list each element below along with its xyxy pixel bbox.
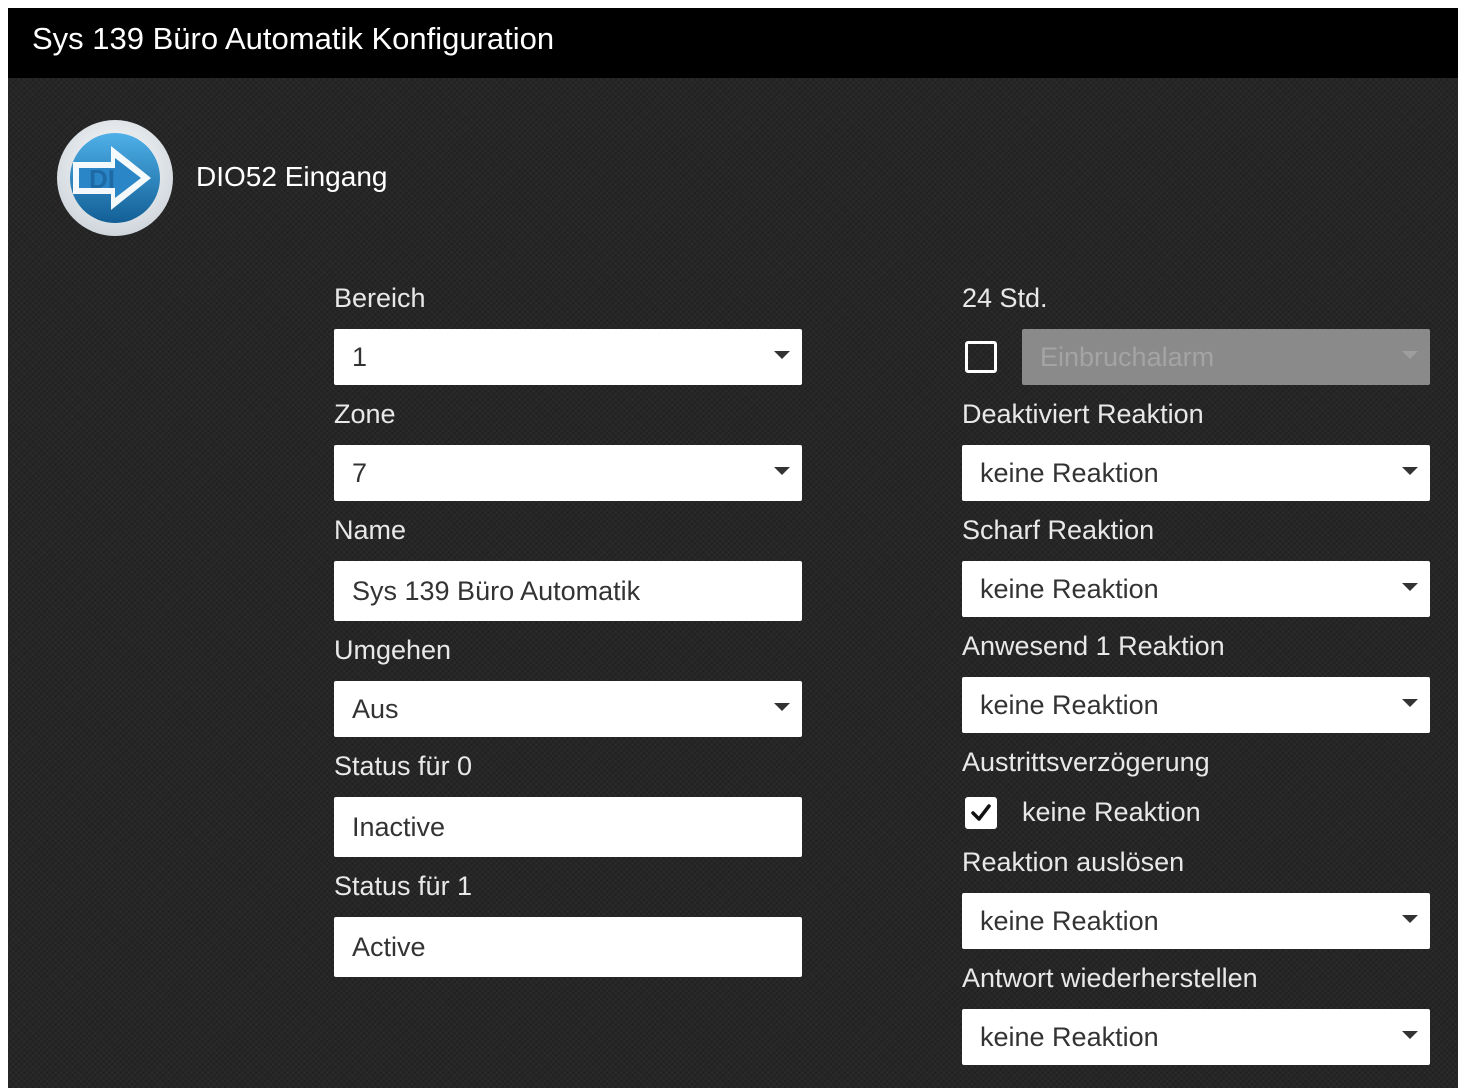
status0-value: Inactive (352, 812, 446, 842)
wiederherstellen-select[interactable]: keine Reaktion (962, 1009, 1430, 1065)
bereich-label: Bereich (334, 283, 426, 313)
h24-alarm-select[interactable]: Einbruchalarm (1022, 329, 1430, 385)
chevron-down-icon (1402, 583, 1418, 591)
anwesend1-label: Anwesend 1 Reaktion (962, 631, 1225, 661)
chevron-down-icon (1402, 351, 1418, 359)
name-input[interactable]: Sys 139 Büro Automatik (334, 561, 802, 621)
h24-checkbox[interactable] (965, 341, 997, 373)
anwesend1-value: keine Reaktion (980, 690, 1159, 720)
scharf-label: Scharf Reaktion (962, 515, 1155, 545)
title-bar: Sys 139 Büro Automatik Konfiguration (8, 8, 1458, 78)
chevron-down-icon (1402, 699, 1418, 707)
bereich-value: 1 (352, 342, 368, 372)
status1-input[interactable]: Active (334, 917, 802, 977)
scharf-value: keine Reaktion (980, 574, 1159, 604)
chevron-down-icon (774, 351, 790, 359)
status0-input[interactable]: Inactive (334, 797, 802, 857)
digital-input-icon: DI (55, 118, 175, 238)
deaktiviert-value: keine Reaktion (980, 458, 1159, 488)
name-value: Sys 139 Büro Automatik (352, 576, 641, 606)
chevron-down-icon (1402, 915, 1418, 923)
ausloesen-select[interactable]: keine Reaktion (962, 893, 1430, 949)
deaktiviert-select[interactable]: keine Reaktion (962, 445, 1430, 501)
device-title: DIO52 Eingang (196, 161, 388, 192)
austritt-label: Austrittsverzögerung (962, 747, 1210, 777)
status1-value: Active (352, 932, 426, 962)
zone-select[interactable]: 7 (334, 445, 802, 501)
h24-alarm-value: Einbruchalarm (1040, 342, 1215, 372)
ausloesen-value: keine Reaktion (980, 906, 1159, 936)
anwesend1-select[interactable]: keine Reaktion (962, 677, 1430, 733)
umgehen-select[interactable]: Aus (334, 681, 802, 737)
scharf-select[interactable]: keine Reaktion (962, 561, 1430, 617)
zone-label: Zone (334, 399, 396, 429)
austritt-text: keine Reaktion (1022, 797, 1201, 827)
status1-label: Status für 1 (334, 871, 473, 901)
checkmark-icon (971, 804, 991, 821)
name-label: Name (334, 515, 407, 545)
umgehen-value: Aus (352, 694, 399, 724)
austritt-checkbox[interactable] (965, 797, 997, 829)
bereich-select[interactable]: 1 (334, 329, 802, 385)
deaktiviert-label: Deaktiviert Reaktion (962, 399, 1204, 429)
umgehen-label: Umgehen (334, 635, 452, 665)
status0-label: Status für 0 (334, 751, 473, 781)
config-window: Sys 139 Büro Automatik Konfiguration DI … (8, 8, 1458, 1088)
h24-label: 24 Std. (962, 283, 1048, 313)
chevron-down-icon (774, 467, 790, 475)
window-title: Sys 139 Büro Automatik Konfiguration (32, 21, 555, 56)
wiederherstellen-value: keine Reaktion (980, 1022, 1159, 1052)
chevron-down-icon (1402, 467, 1418, 475)
chevron-down-icon (774, 703, 790, 711)
zone-value: 7 (352, 458, 368, 488)
ausloesen-label: Reaktion auslösen (962, 847, 1185, 877)
wiederherstellen-label: Antwort wiederherstellen (962, 963, 1258, 993)
chevron-down-icon (1402, 1031, 1418, 1039)
icon-label: DI (89, 164, 115, 194)
